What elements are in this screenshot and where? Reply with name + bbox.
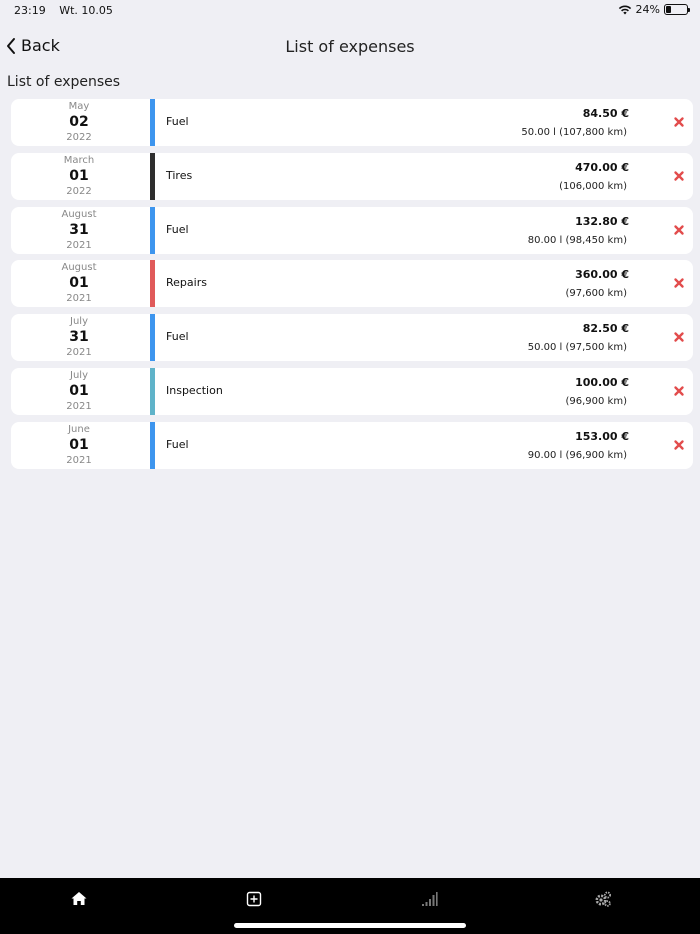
date-year: 2022	[66, 185, 92, 197]
expense-category: Repairs	[166, 276, 207, 290]
date-month: August	[61, 208, 97, 220]
date-day: 01	[69, 167, 89, 184]
status-time: 23:19	[14, 4, 46, 17]
expense-details: 90.00 l (96,900 km)	[527, 449, 627, 461]
expense-row[interactable]: August 01 2021 Repairs 360.00 € (97,600 …	[11, 260, 693, 308]
category-color-bar	[150, 152, 155, 200]
section-title: List of expenses	[7, 74, 121, 90]
add-square-icon	[246, 891, 262, 907]
date-day: 31	[69, 221, 89, 238]
battery-fill	[666, 6, 672, 13]
date-column: May 02 2022	[11, 99, 147, 146]
tab-settings[interactable]	[592, 888, 614, 910]
expense-row[interactable]: June 01 2021 Fuel 153.00 € 90.00 l (96,9…	[11, 421, 693, 469]
expense-amount: 470.00 €	[575, 160, 629, 174]
signal-bars-icon	[422, 892, 438, 906]
expense-details: (106,000 km)	[559, 180, 627, 192]
date-column: August 31 2021	[11, 207, 147, 254]
status-bar: 23:19 Wt. 10.05 24%	[0, 0, 700, 20]
date-month: March	[63, 154, 95, 166]
tab-home[interactable]	[68, 888, 90, 910]
status-date: Wt. 10.05	[59, 4, 113, 17]
expense-details: 50.00 l (97,500 km)	[527, 342, 627, 354]
date-column: March 01 2022	[11, 153, 147, 200]
expense-category: Fuel	[166, 437, 189, 451]
date-day: 31	[69, 329, 89, 346]
battery-percent: 24%	[635, 3, 660, 16]
home-icon	[71, 892, 87, 905]
date-year: 2021	[66, 293, 92, 305]
date-day: 02	[69, 114, 89, 130]
status-right: 24%	[618, 3, 690, 16]
expense-details: (97,600 km)	[565, 288, 627, 300]
date-month: July	[70, 316, 88, 328]
expense-category: Fuel	[166, 330, 189, 344]
tab-add[interactable]	[243, 888, 265, 910]
delete-icon[interactable]	[673, 331, 685, 343]
tab-statistics[interactable]	[418, 888, 440, 910]
delete-icon[interactable]	[673, 439, 685, 451]
expense-amount: 82.50 €	[582, 322, 629, 336]
expense-category: Fuel	[166, 222, 189, 236]
expense-details: 50.00 l (107,800 km)	[521, 127, 627, 138]
expense-row[interactable]: March 01 2022 Tires 470.00 € (106,000 km…	[11, 152, 693, 200]
delete-icon[interactable]	[673, 170, 685, 182]
delete-icon[interactable]	[673, 277, 685, 289]
date-column: June 01 2021	[11, 422, 147, 469]
date-year: 2021	[66, 454, 92, 466]
date-column: July 01 2021	[11, 368, 147, 415]
expense-category: Fuel	[166, 115, 189, 128]
date-day: 01	[69, 382, 89, 399]
date-month: June	[68, 423, 90, 435]
category-color-bar	[150, 367, 155, 415]
expense-row[interactable]: May 02 2022 Fuel 84.50 € 50.00 l (107,80…	[11, 99, 693, 146]
date-year: 2022	[66, 132, 92, 143]
category-color-bar	[150, 421, 155, 469]
expense-category: Tires	[166, 168, 193, 182]
category-color-bar	[150, 314, 155, 362]
date-day: 01	[69, 436, 89, 453]
date-year: 2021	[66, 239, 92, 251]
category-color-bar	[150, 260, 155, 308]
expense-category: Inspection	[166, 383, 223, 397]
category-color-bar	[150, 99, 155, 146]
expense-details: 80.00 l (98,450 km)	[527, 234, 627, 246]
home-indicator	[234, 923, 466, 928]
tab-bar	[0, 878, 700, 934]
expense-amount: 132.80 €	[575, 214, 629, 228]
date-column: July 31 2021	[11, 314, 147, 361]
category-color-bar	[150, 206, 155, 254]
date-column: August 01 2021	[11, 260, 147, 307]
delete-icon[interactable]	[673, 224, 685, 236]
wifi-icon	[618, 5, 631, 14]
delete-icon[interactable]	[673, 385, 685, 397]
expense-list: May 02 2022 Fuel 84.50 € 50.00 l (107,80…	[11, 99, 693, 476]
date-day: 01	[69, 275, 89, 292]
status-left: 23:19 Wt. 10.05	[14, 4, 113, 17]
expense-row[interactable]: July 31 2021 Fuel 82.50 € 50.00 l (97,50…	[11, 314, 693, 362]
battery-icon	[664, 4, 690, 15]
expense-amount: 84.50 €	[582, 107, 629, 120]
date-year: 2021	[66, 400, 92, 412]
date-year: 2021	[66, 347, 92, 359]
delete-icon[interactable]	[673, 116, 685, 128]
expense-row[interactable]: July 01 2021 Inspection 100.00 € (96,900…	[11, 367, 693, 415]
nav-bar: Back List of expenses	[0, 30, 700, 64]
page-title: List of expenses	[285, 37, 415, 56]
date-month: August	[61, 262, 97, 274]
expense-amount: 360.00 €	[575, 268, 629, 282]
gears-icon	[595, 891, 611, 907]
expense-amount: 153.00 €	[575, 429, 629, 443]
expense-details: (96,900 km)	[565, 395, 627, 407]
expense-amount: 100.00 €	[575, 375, 629, 389]
date-month: May	[68, 101, 90, 112]
date-month: July	[70, 369, 88, 381]
expense-row[interactable]: August 31 2021 Fuel 132.80 € 80.00 l (98…	[11, 206, 693, 254]
